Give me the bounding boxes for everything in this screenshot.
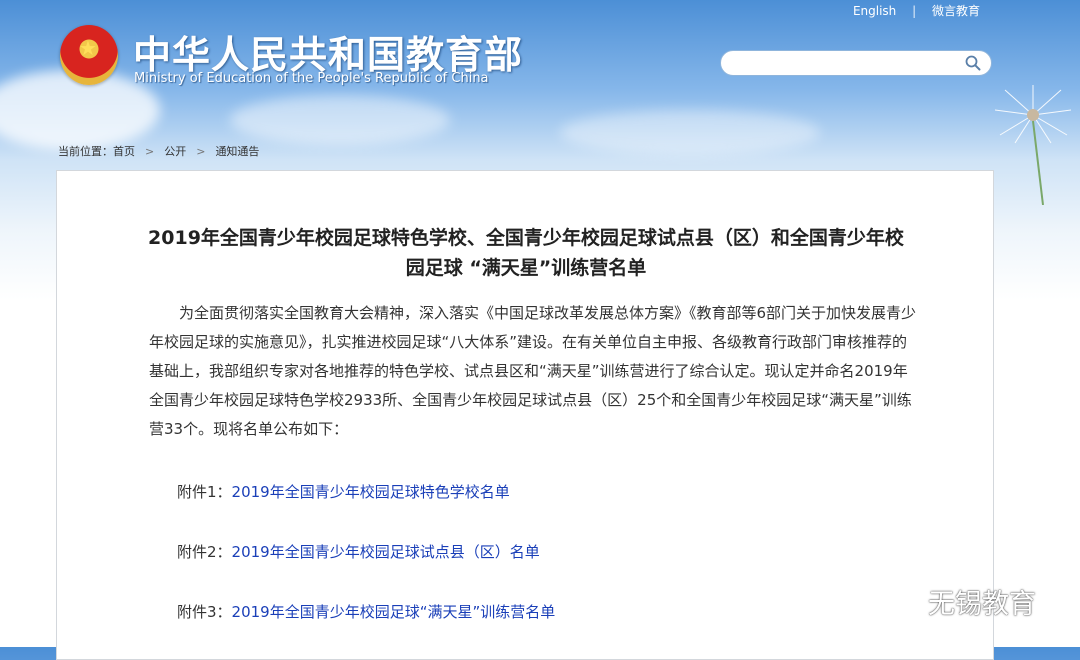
article-title: 2019年全国青少年校园足球特色学校、全国青少年校园足球试点县（区）和全国青少年… bbox=[57, 223, 995, 283]
attachment-item: 附件2：2019年全国青少年校园足球试点县（区）名单 bbox=[177, 541, 540, 562]
english-link[interactable]: English bbox=[853, 4, 896, 18]
search-icon[interactable] bbox=[965, 55, 981, 71]
breadcrumb-item-public[interactable]: 公开 bbox=[164, 145, 186, 158]
article-title-line: 2019年全国青少年校园足球特色学校、全国青少年校园足球试点县（区）和全国青少年… bbox=[148, 227, 904, 249]
breadcrumb-separator: > bbox=[145, 145, 155, 158]
attachment-link[interactable]: 2019年全国青少年校园足球特色学校名单 bbox=[232, 483, 510, 501]
breadcrumb-separator: > bbox=[196, 145, 206, 158]
article-paragraph: 为全面贯彻落实全国教育大会精神，深入落实《中国足球改革发展总体方案》《教育部等6… bbox=[149, 304, 917, 438]
dandelion-decoration bbox=[994, 85, 1072, 205]
wechat-watermark: 无锡教育 bbox=[888, 582, 1036, 621]
article-container: 2019年全国青少年校园足球特色学校、全国青少年校园足球试点县（区）和全国青少年… bbox=[56, 170, 994, 660]
top-links: English | 微言教育 bbox=[853, 2, 980, 19]
search-box bbox=[720, 50, 992, 76]
national-emblem-icon: ★ bbox=[60, 25, 118, 85]
attachment-item: 附件3：2019年全国青少年校园足球“满天星”训练营名单 bbox=[177, 601, 555, 622]
article-title-line: 园足球 “满天星”训练营名单 bbox=[405, 257, 647, 279]
link-separator: | bbox=[912, 4, 917, 18]
breadcrumb-prefix: 当前位置： bbox=[58, 145, 113, 158]
breadcrumb-item-notices[interactable]: 通知通告 bbox=[215, 145, 259, 158]
attachment-label: 附件3： bbox=[177, 603, 232, 621]
breadcrumb: 当前位置：首页 > 公开 > 通知通告 bbox=[58, 143, 259, 159]
attachment-label: 附件1： bbox=[177, 483, 232, 501]
attachment-link[interactable]: 2019年全国青少年校园足球“满天星”训练营名单 bbox=[232, 603, 556, 621]
site-subtitle: Ministry of Education of the People's Re… bbox=[134, 71, 489, 86]
site-header: ★ 中华人民共和国教育部 Ministry of Education of th… bbox=[0, 0, 1080, 205]
wechat-icon bbox=[889, 588, 921, 614]
watermark-text: 无锡教育 bbox=[928, 589, 1036, 620]
weibo-link[interactable]: 微言教育 bbox=[932, 4, 980, 18]
attachment-label: 附件2： bbox=[177, 543, 232, 561]
breadcrumb-item-home[interactable]: 首页 bbox=[113, 145, 135, 158]
attachment-item: 附件1：2019年全国青少年校园足球特色学校名单 bbox=[177, 481, 510, 502]
attachment-link[interactable]: 2019年全国青少年校园足球试点县（区）名单 bbox=[232, 543, 540, 561]
search-input[interactable] bbox=[733, 54, 967, 74]
